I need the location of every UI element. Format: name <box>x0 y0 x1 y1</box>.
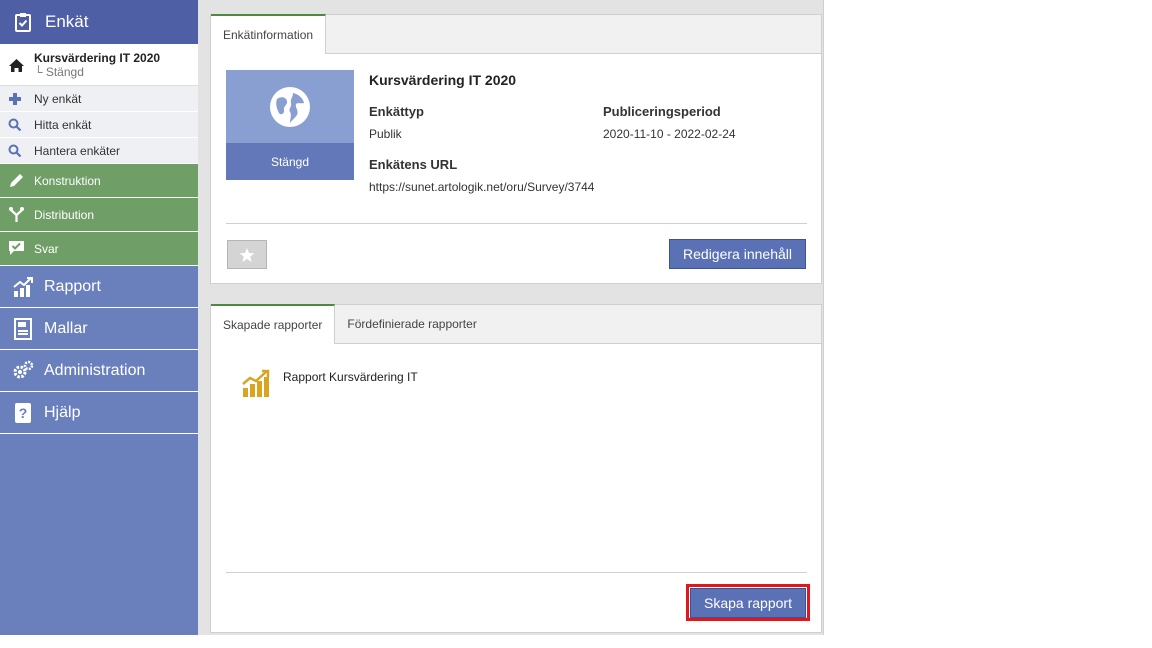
sidebar-item-label: Hitta enkät <box>34 117 92 132</box>
sidebar-item-rapport[interactable]: Rapport <box>0 266 198 308</box>
check-chat-icon <box>8 240 25 257</box>
pencil-icon <box>8 172 25 189</box>
edit-content-button[interactable]: Redigera innehåll <box>669 239 806 269</box>
plus-icon <box>8 92 22 106</box>
favorite-button[interactable] <box>227 240 267 269</box>
clipboard-check-icon <box>13 12 33 32</box>
sidebar-item-mallar[interactable]: Mallar <box>0 308 198 350</box>
report-item[interactable]: Rapport Kursvärdering IT <box>241 368 418 398</box>
home-icon <box>9 58 24 72</box>
survey-title: Kursvärdering IT 2020 <box>369 72 517 88</box>
current-survey[interactable]: Kursvärdering IT 2020 └ Stängd <box>0 45 198 86</box>
tab-fordefinierade-rapporter[interactable]: Fördefinierade rapporter <box>335 304 488 343</box>
type-value: Publik <box>369 127 402 141</box>
period-value: 2020-11-10 - 2022-02-24 <box>603 127 736 141</box>
help-icon: ? <box>12 402 34 424</box>
sidebar-item-label: Administration <box>44 361 146 379</box>
sidebar-item-svar[interactable]: Svar <box>0 232 198 266</box>
sidebar-item-label: Distribution <box>34 207 95 222</box>
sidebar-item-label: Hantera enkäter <box>34 143 121 158</box>
reports-tabbar: Skapade rapporter Fördefinierade rapport… <box>211 304 821 344</box>
reports-panel: Skapade rapporter Fördefinierade rapport… <box>210 304 822 633</box>
globe-icon <box>270 86 310 127</box>
sidebar-item-label: Ny enkät <box>34 91 82 106</box>
survey-thumbnail: Stängd <box>226 70 354 180</box>
divider <box>226 572 807 573</box>
report-item-label: Rapport Kursvärdering IT <box>283 370 418 384</box>
period-label: Publiceringsperiod <box>603 104 721 119</box>
main-content: Enkätinformation Stängd Kursvärdering IT… <box>198 0 824 635</box>
sidebar-item-label: Mallar <box>44 319 88 337</box>
sidebar-item-administration[interactable]: Administration <box>0 350 198 392</box>
sidebar-item-ny-enkat[interactable]: Ny enkät <box>0 86 198 112</box>
chart-icon <box>12 276 34 298</box>
divider <box>226 223 807 224</box>
sidebar-item-hitta-enkat[interactable]: Hitta enkät <box>0 112 198 138</box>
info-tabbar: Enkätinformation <box>211 14 821 54</box>
search-icon <box>8 144 22 158</box>
sidebar-item-hjalp[interactable]: ? Hjälp <box>0 392 198 434</box>
survey-info-panel: Enkätinformation Stängd Kursvärdering IT… <box>210 14 822 284</box>
template-icon <box>12 317 34 340</box>
star-icon <box>239 247 255 262</box>
current-survey-title: Kursvärdering IT 2020 <box>34 51 161 65</box>
sidebar-item-label: Rapport <box>44 277 101 295</box>
sidebar-item-hantera-enkater[interactable]: Hantera enkäter <box>0 138 198 164</box>
thumbnail-status: Stängd <box>226 143 354 180</box>
sidebar-item-distribution[interactable]: Distribution <box>0 198 198 232</box>
sidebar-item-konstruktion[interactable]: Konstruktion <box>0 164 198 198</box>
nav-enkat-label: Enkät <box>45 12 89 31</box>
gears-icon <box>12 360 34 382</box>
url-value[interactable]: https://sunet.artologik.net/oru/Survey/3… <box>369 180 594 194</box>
search-icon <box>8 118 22 132</box>
type-label: Enkättyp <box>369 104 424 119</box>
svg-text:?: ? <box>19 405 28 421</box>
url-label: Enkätens URL <box>369 157 458 172</box>
sidebar-item-label: Hjälp <box>44 403 81 421</box>
highlight-box <box>686 584 810 621</box>
current-survey-status: └ Stängd <box>34 65 84 79</box>
report-chart-icon <box>241 368 271 398</box>
sidebar-item-label: Svar <box>34 241 59 256</box>
sidebar-item-label: Konstruktion <box>34 173 101 188</box>
tab-skapade-rapporter[interactable]: Skapade rapporter <box>211 304 336 344</box>
tab-enkatinformation[interactable]: Enkätinformation <box>211 14 327 54</box>
nav-enkat[interactable]: Enkät <box>0 0 198 45</box>
sidebar: Enkät Kursvärdering IT 2020 └ Stängd Ny … <box>0 0 198 635</box>
distribution-icon <box>8 206 25 223</box>
